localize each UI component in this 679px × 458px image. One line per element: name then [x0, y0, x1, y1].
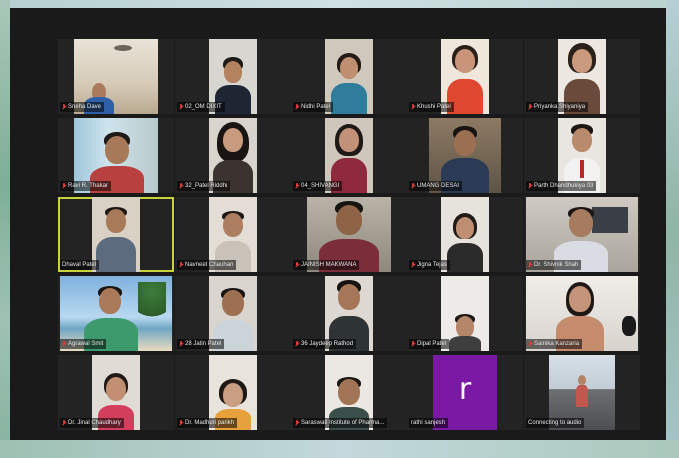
background-top: [0, 0, 679, 8]
ceiling-fan-icon: [114, 45, 132, 51]
muted-mic-icon: [62, 420, 66, 426]
participant-tile[interactable]: UMANG DESAI: [407, 118, 523, 193]
participant-tile[interactable]: Nidhi Patel: [291, 39, 407, 114]
participant-tile[interactable]: 36 Jaydeep Rathod: [291, 276, 407, 351]
video-feed: [92, 197, 140, 272]
muted-mic-icon: [528, 104, 532, 110]
participant-tile[interactable]: Parth Dhandhukiya 03: [524, 118, 640, 193]
participant-tile[interactable]: Jigna Tejas: [407, 197, 523, 272]
participant-name-label: Ravi R. Thakar: [60, 181, 111, 191]
participant-name-label: Sainika Kanzaria: [526, 339, 583, 349]
participant-tile[interactable]: Khushi Patel: [407, 39, 523, 114]
participant-name-label: Jigna Tejas: [409, 260, 450, 270]
muted-mic-icon: [179, 104, 183, 110]
tie: [580, 160, 584, 178]
participant-name-label: rathi sanjesh: [409, 418, 449, 428]
muted-mic-icon: [528, 262, 532, 268]
muted-mic-icon: [295, 262, 299, 268]
participant-tile[interactable]: Navneet Chauhan: [175, 197, 291, 272]
participant-name-label: 32_Patel Riddhi: [177, 181, 231, 191]
participant-tile[interactable]: Ravi R. Thakar: [58, 118, 174, 193]
participant-tile[interactable]: Dr. Jinal Chaudhary: [58, 355, 174, 430]
participant-name-label: 04_SHIVANGI: [293, 181, 343, 191]
participant-tile[interactable]: Sneha Dave: [58, 39, 174, 114]
muted-mic-icon: [295, 420, 299, 426]
participant-tile[interactable]: Sainika Kanzaria: [524, 276, 640, 351]
participant-name-label: Agrawal Smit: [60, 339, 107, 349]
muted-mic-icon: [528, 183, 532, 189]
muted-mic-icon: [179, 262, 183, 268]
participant-tile[interactable]: Dipal Patel: [407, 276, 523, 351]
participant-tile[interactable]: 32_Patel Riddhi: [175, 118, 291, 193]
participant-name-label: Dipal Patel: [409, 339, 450, 349]
muted-mic-icon: [179, 183, 183, 189]
muted-mic-icon: [411, 262, 415, 268]
participant-name-label: 28 Jatin Patel: [177, 339, 225, 349]
participant-tile[interactable]: Priyanka Shiyaniya: [524, 39, 640, 114]
participant-tile[interactable]: 02_OM DIXIT: [175, 39, 291, 114]
participant-name-label: Nidhi Patel: [293, 102, 334, 112]
participant-tile[interactable]: Agrawal Smit: [58, 276, 174, 351]
muted-mic-icon: [295, 104, 299, 110]
participant-tile[interactable]: JAINISH MAKWANA: [291, 197, 407, 272]
muted-mic-icon: [295, 341, 299, 347]
participant-name-label: Dr. Jinal Chaudhary: [60, 418, 124, 428]
participant-tile[interactable]: Connecting to audio: [524, 355, 640, 430]
meeting-gallery-window: Sneha Dave 02_OM DIXIT Nidhi Patel Khush…: [10, 8, 666, 440]
participant-tile-active-speaker[interactable]: Dhaval Patel: [58, 197, 174, 272]
participant-tile[interactable]: Dr. Shivnik Shah: [524, 197, 640, 272]
participant-name-label: Khushi Patel: [409, 102, 454, 112]
participant-name-label: JAINISH MAKWANA: [293, 260, 360, 270]
muted-mic-icon: [411, 183, 415, 189]
participant-tile[interactable]: 04_SHIVANGI: [291, 118, 407, 193]
participant-name-label: Parth Dhandhukiya 03: [526, 181, 597, 191]
participant-name-label: Dr. Madhuri parikh: [177, 418, 238, 428]
participant-tile[interactable]: r rathi sanjesh: [407, 355, 523, 430]
screen: [592, 207, 628, 233]
muted-mic-icon: [179, 420, 183, 426]
participant-name-label: Saraswati Institute of Pharma...: [293, 418, 388, 428]
muted-mic-icon: [62, 341, 66, 347]
muted-mic-icon: [295, 183, 299, 189]
palm-tree: [138, 282, 166, 330]
object: [622, 316, 636, 336]
participant-name-label: Sneha Dave: [60, 102, 105, 112]
muted-mic-icon: [179, 341, 183, 347]
muted-mic-icon: [411, 104, 415, 110]
muted-mic-icon: [62, 183, 66, 189]
participant-tile[interactable]: Saraswati Institute of Pharma...: [291, 355, 407, 430]
participant-name-label: Dhaval Patel: [60, 260, 100, 270]
muted-mic-icon: [411, 341, 415, 347]
muted-mic-icon: [62, 104, 66, 110]
gallery-grid: Sneha Dave 02_OM DIXIT Nidhi Patel Khush…: [10, 8, 666, 440]
participant-tile[interactable]: 28 Jatin Patel: [175, 276, 291, 351]
participant-name-label: 36 Jaydeep Rathod: [293, 339, 357, 349]
participant-name-label: Navneet Chauhan: [177, 260, 237, 270]
participant-name-label: Priyanka Shiyaniya: [526, 102, 589, 112]
participant-name-label: 02_OM DIXIT: [177, 102, 225, 112]
participant-name-label: Connecting to audio: [526, 418, 585, 428]
participant-tile[interactable]: Dr. Madhuri parikh: [175, 355, 291, 430]
muted-mic-icon: [528, 341, 532, 347]
participant-name-label: UMANG DESAI: [409, 181, 463, 191]
background-left: [0, 0, 10, 458]
participant-name-label: Dr. Shivnik Shah: [526, 260, 582, 270]
background-right: [666, 0, 679, 458]
background-bottom: [0, 440, 679, 458]
